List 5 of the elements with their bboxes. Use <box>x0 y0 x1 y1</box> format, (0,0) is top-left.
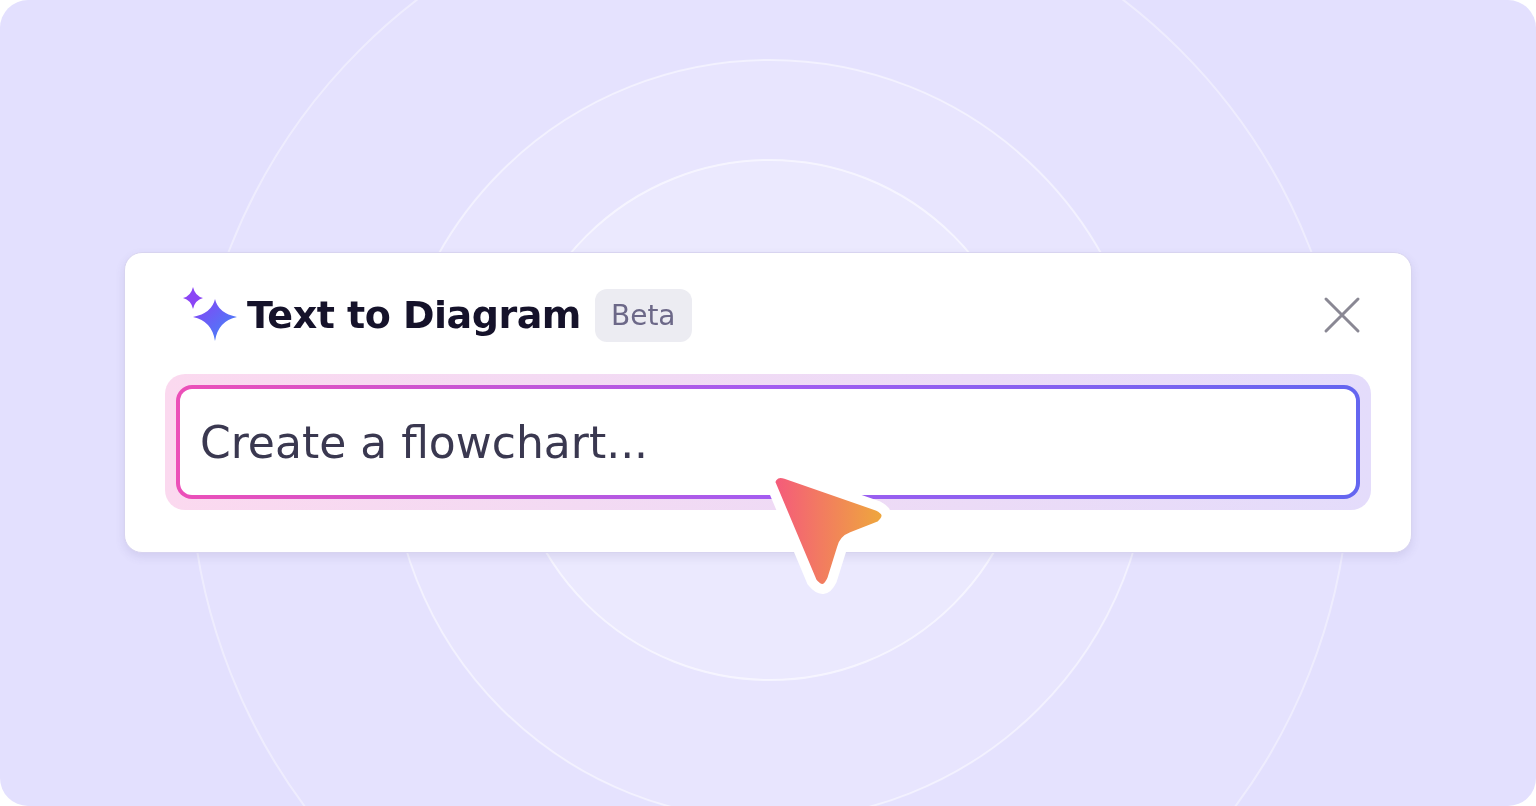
prompt-input-field[interactable]: Create a flowchart... <box>180 389 1356 495</box>
close-icon <box>1323 296 1361 334</box>
close-button[interactable] <box>1323 296 1361 334</box>
dialog-title: Text to Diagram <box>247 293 581 337</box>
beta-badge: Beta <box>594 288 692 342</box>
